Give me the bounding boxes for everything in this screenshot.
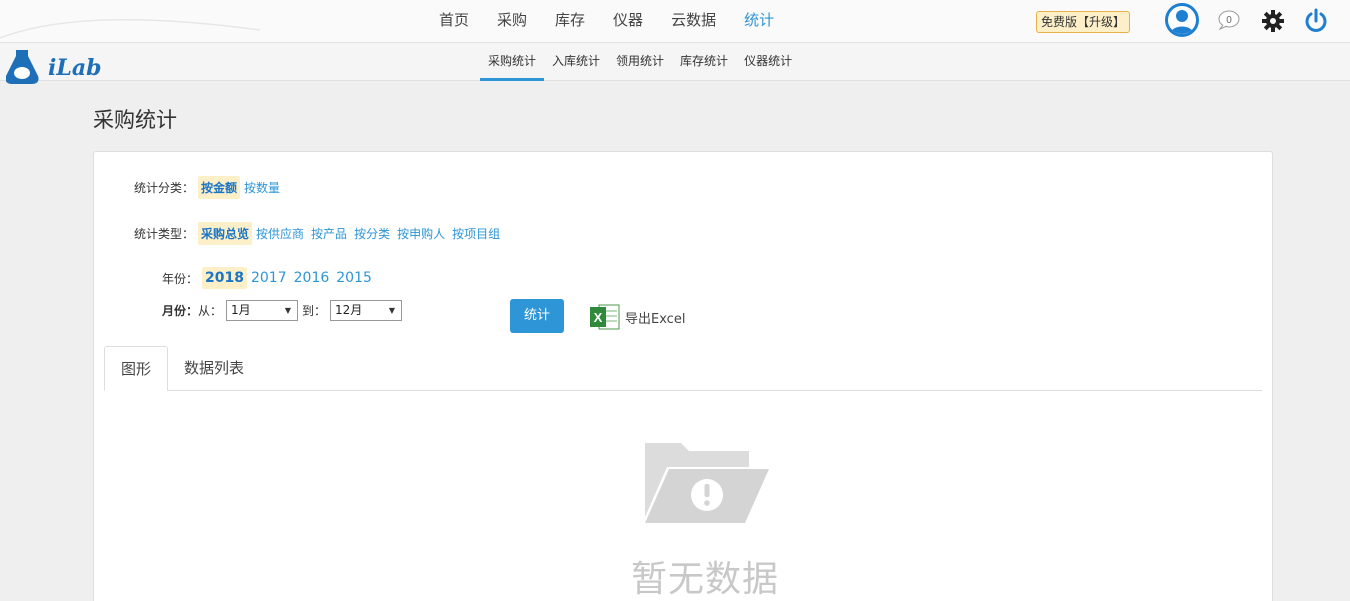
user-icon (1170, 10, 1194, 34)
type-option-overview[interactable]: 采购总览 (198, 222, 253, 245)
subnav-stock-in-stats[interactable]: 入库统计 (544, 43, 608, 81)
message-bubble-icon[interactable]: 0 (1217, 10, 1241, 30)
excel-icon: X (590, 304, 620, 330)
month-to-select[interactable]: 12月 ▼ (330, 300, 403, 321)
nav-instruments[interactable]: 仪器 (599, 0, 657, 43)
type-option-requester[interactable]: 按申购人 (394, 222, 448, 245)
year-label: 年份： (162, 271, 199, 286)
nav-cloud-data[interactable]: 云数据 (657, 0, 730, 43)
type-label: 统计类型： (134, 227, 195, 241)
upgrade-badge[interactable]: 免费版【升级】 (1036, 11, 1131, 33)
year-filter-row: 年份： 2018 2017 2016 2015 (162, 267, 376, 289)
chevron-down-icon: ▼ (388, 306, 396, 315)
category-option-quantity[interactable]: 按数量 (241, 176, 283, 199)
user-avatar[interactable] (1165, 3, 1199, 37)
subnav-inventory-stats[interactable]: 库存统计 (672, 43, 736, 81)
nav-statistics[interactable]: 统计 (730, 0, 788, 43)
sub-nav: 采购统计 入库统计 领用统计 库存统计 仪器统计 (480, 43, 800, 81)
page-title: 采购统计 (93, 108, 177, 132)
message-count: 0 (1226, 15, 1232, 26)
export-excel-link[interactable]: X 导出Excel (589, 302, 685, 332)
top-header: 首页 采购 库存 仪器 云数据 统计 免费版【升级】 0 (0, 0, 1350, 43)
main-nav: 首页 采购 库存 仪器 云数据 统计 (425, 0, 788, 43)
tab-chart[interactable]: 图形 (104, 346, 169, 391)
stats-panel: 统计分类： 按金额 按数量 统计类型： 采购总览 按供应商 按产品 按分类 按申… (93, 151, 1273, 601)
view-tabs: 图形 数据列表 (104, 346, 1262, 391)
power-icon[interactable] (1303, 8, 1329, 34)
type-option-product[interactable]: 按产品 (308, 222, 350, 245)
gear-icon[interactable] (1261, 9, 1285, 33)
year-option-2017[interactable]: 2017 (248, 267, 290, 289)
tab-data-list[interactable]: 数据列表 (168, 346, 260, 391)
month-to-label: 到： (302, 304, 327, 318)
empty-folder-icon (645, 443, 769, 523)
export-excel-label: 导出Excel (625, 311, 686, 327)
type-filter-row: 统计类型： 采购总览 按供应商 按产品 按分类 按申购人 按项目组 (134, 222, 504, 245)
nav-purchase[interactable]: 采购 (483, 0, 541, 43)
category-label: 统计分类： (134, 181, 195, 195)
subnav-usage-stats[interactable]: 领用统计 (608, 43, 672, 81)
subnav-purchase-stats[interactable]: 采购统计 (480, 43, 545, 81)
logo-text: iLab (48, 55, 102, 81)
type-option-supplier[interactable]: 按供应商 (253, 222, 307, 245)
nav-home[interactable]: 首页 (425, 0, 483, 43)
year-option-2018[interactable]: 2018 (202, 267, 247, 289)
month-label: 月份： (162, 304, 199, 318)
subnav-instrument-stats[interactable]: 仪器统计 (736, 43, 800, 81)
type-option-category[interactable]: 按分类 (351, 222, 393, 245)
month-from-select[interactable]: 1月 ▼ (226, 300, 299, 321)
month-from-value: 1月 (231, 303, 251, 317)
svg-text:X: X (594, 310, 603, 325)
month-filter-row: 月份： 从： 1月 ▼ 到： 12月 ▼ (162, 300, 403, 321)
chevron-down-icon: ▼ (284, 306, 292, 315)
run-statistics-button[interactable]: 统计 (510, 299, 564, 333)
year-option-2015[interactable]: 2015 (333, 267, 375, 289)
year-option-2016[interactable]: 2016 (291, 267, 333, 289)
nav-inventory[interactable]: 库存 (541, 0, 599, 43)
month-to-value: 12月 (335, 303, 363, 317)
type-option-project-group[interactable]: 按项目组 (449, 222, 503, 245)
category-filter-row: 统计分类： 按金额 按数量 (134, 176, 284, 199)
category-option-amount[interactable]: 按金额 (198, 176, 241, 199)
month-from-label: 从： (198, 304, 223, 318)
empty-state-text: 暂无数据 (630, 559, 779, 600)
